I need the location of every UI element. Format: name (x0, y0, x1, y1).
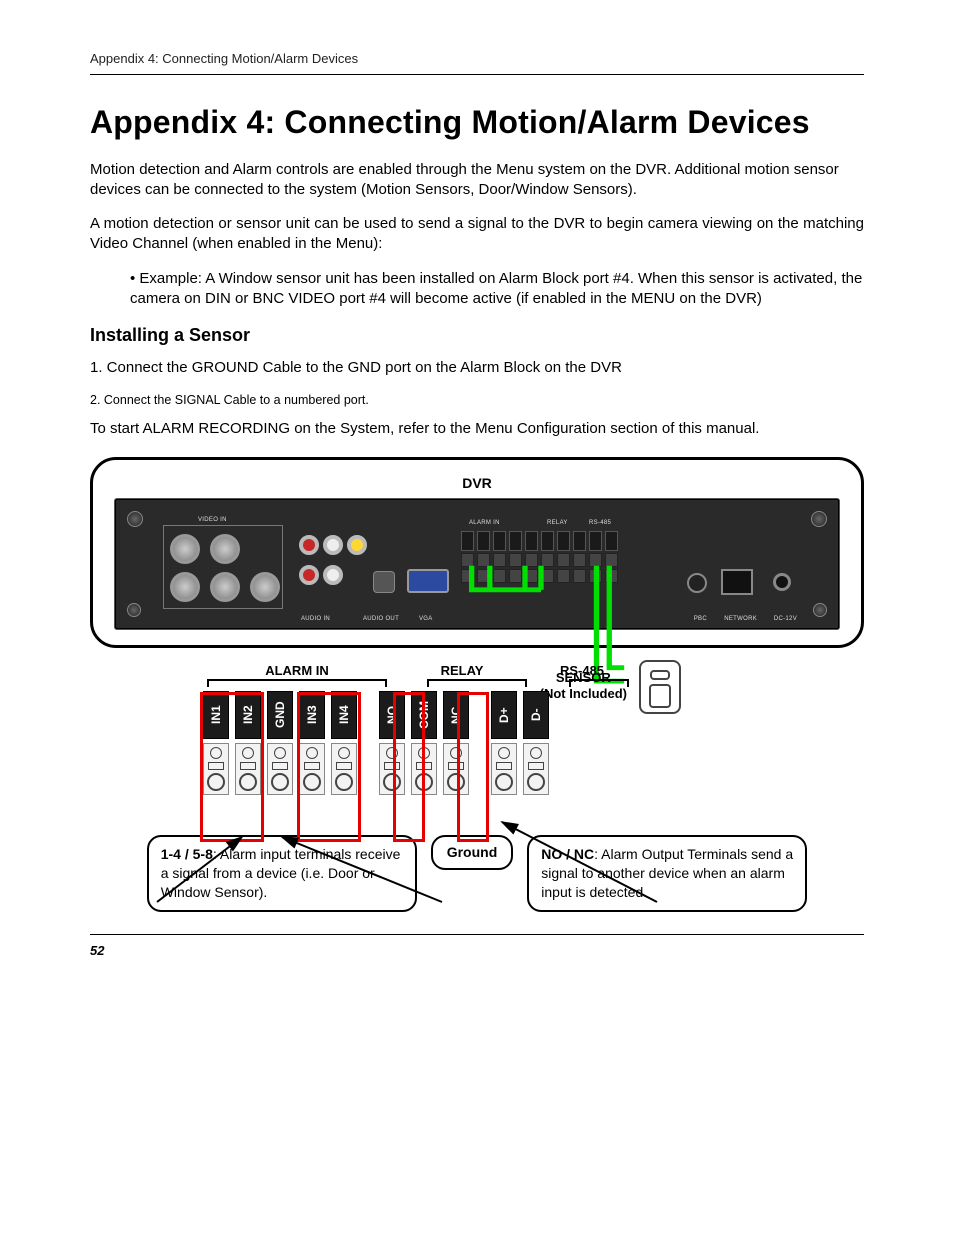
bnc-port-monitor (250, 572, 280, 602)
intro-paragraph-2: A motion detection or sensor unit can be… (90, 214, 864, 255)
label-pbc: PBC (694, 615, 707, 623)
label-alarm-in: ALARM IN (469, 519, 500, 527)
pin-dplus: D+ (491, 691, 517, 739)
callout-inputs: 1-4 / 5-8: Alarm input terminals receive… (147, 835, 417, 912)
highlight-nc (457, 692, 489, 842)
group-label-relay: RELAY (397, 662, 527, 680)
svideo-port (373, 571, 395, 593)
dvr-rear-panel: VIDEO IN AUDIO IN AUDIO OUT VGA ALARM IN… (115, 499, 839, 629)
highlight-in3-in4 (297, 692, 361, 842)
callout-row: 1-4 / 5-8: Alarm input terminals receive… (90, 835, 864, 912)
label-video-in: VIDEO IN (198, 516, 227, 524)
group-label-rs485: RS-485 (527, 662, 637, 680)
label-relay: RELAY (547, 519, 568, 527)
mini-din-port (687, 573, 707, 593)
vga-port (407, 569, 449, 593)
bnc-port-3 (170, 572, 200, 602)
step-2: 2. Connect the SIGNAL Cable to a numbere… (90, 392, 864, 409)
label-vga: VGA (419, 615, 433, 623)
bnc-port-2 (210, 534, 240, 564)
label-audio-in: AUDIO IN (301, 615, 330, 623)
intro-paragraph-1: Motion detection and Alarm controls are … (90, 160, 864, 201)
example-bullet: Example: A Window sensor unit has been i… (90, 269, 864, 310)
label-dc12v: DC-12V (774, 615, 797, 623)
page-title: Appendix 4: Connecting Motion/Alarm Devi… (90, 101, 864, 144)
paragraph-after-steps: To start ALARM RECORDING on the System, … (90, 419, 864, 439)
running-header: Appendix 4: Connecting Motion/Alarm Devi… (90, 50, 864, 68)
bnc-port-4 (210, 572, 240, 602)
subheading-installing: Installing a Sensor (90, 323, 864, 347)
dvr-label: DVR (115, 474, 839, 493)
terminal-block: ALARM IN RELAY RS-485 (461, 531, 621, 583)
top-rule (90, 74, 864, 75)
bottom-rule: 52 (90, 934, 864, 961)
rca-ports (297, 533, 369, 594)
label-rs485: RS-485 (589, 519, 611, 527)
step-1: 1. Connect the GROUND Cable to the GND p… (90, 358, 864, 378)
dvr-diagram-frame: DVR VIDEO IN AUDIO IN AUDIO OUT VGA ALAR… (90, 457, 864, 648)
label-network: NETWORK (724, 615, 757, 623)
highlight-in1-in2 (200, 692, 264, 842)
network-port (721, 569, 753, 595)
highlight-no (393, 692, 425, 842)
page-number: 52 (90, 943, 104, 958)
video-in-block: VIDEO IN (163, 525, 283, 609)
pin-dminus: D- (523, 691, 549, 739)
callout-inputs-bold: 1-4 / 5-8 (161, 846, 213, 862)
label-audio-out: AUDIO OUT (363, 615, 399, 623)
group-label-alarmin: ALARM IN (197, 662, 397, 680)
pin-gnd: GND (267, 691, 293, 739)
bnc-port-1 (170, 534, 200, 564)
callout-outputs: NO / NC: Alarm Output Terminals send a s… (527, 835, 807, 912)
dc-jack (773, 573, 791, 591)
callout-outputs-bold: NO / NC (541, 846, 594, 862)
terminal-closeup: ALARM IN RELAY RS-485 IN1 IN2 GND IN3 IN… (197, 662, 757, 796)
